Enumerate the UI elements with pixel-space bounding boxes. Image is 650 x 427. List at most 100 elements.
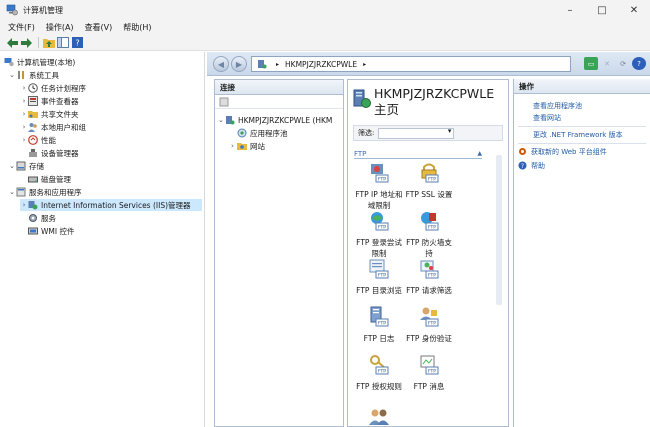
feature-ftp-ip-restrictions[interactable]: FTP FTP IP 地址和域限制 (354, 162, 404, 211)
ftp-authorization-rules-icon: FTP (370, 355, 389, 375)
tree-item-local-users[interactable]: › 本地用户和组 (20, 121, 86, 133)
users-icon (28, 123, 37, 132)
chevron-right-icon[interactable]: › (20, 123, 28, 131)
feature-ftp-logging[interactable]: FTP FTP 日志 (354, 306, 404, 344)
tree-item-event-viewer[interactable]: › 事件查看器 (20, 95, 79, 107)
action-view-app-pools[interactable]: 查看应用程序池 (533, 100, 582, 111)
action-view-sites[interactable]: 查看网站 (533, 112, 561, 123)
action-get-web-platform[interactable]: 获取新的 Web 平台组件 (518, 146, 607, 157)
stop-icon[interactable]: ✕ (600, 57, 614, 70)
server-large-icon (353, 89, 371, 108)
svg-text:FTP: FTP (378, 369, 386, 375)
chevron-right-icon[interactable]: › (20, 110, 28, 118)
filter-input[interactable] (378, 127, 455, 139)
chevron-down-icon[interactable]: ⌄ (218, 116, 225, 124)
close-button[interactable]: ✕ (618, 0, 650, 20)
chevron-down-icon[interactable]: ⌄ (8, 162, 16, 170)
address-arrow-icon: ▸ (276, 60, 280, 68)
wmi-control-icon (28, 227, 38, 235)
forward-button[interactable] (20, 37, 32, 49)
tree-item-wmi[interactable]: WMI 控件 (28, 225, 74, 237)
menu-view[interactable]: 查看(V) (85, 22, 113, 33)
menu-action[interactable]: 操作(A) (46, 22, 74, 33)
back-button[interactable] (6, 37, 18, 49)
address-bar: ◀ ▶ ▸ HKMPJZJRZKCPWLE ▸ ▭ ✕ ⟳ ? (207, 52, 650, 76)
feature-ftp-messages[interactable]: FTP FTP 消息 (404, 354, 454, 392)
tree-item-shared-folders[interactable]: › 共享文件夹 (20, 108, 79, 120)
connect-icon[interactable] (219, 97, 229, 107)
storage-icon (16, 161, 26, 171)
minimize-button[interactable]: – (554, 0, 586, 20)
iis-back-button[interactable]: ◀ (213, 56, 229, 72)
chevron-right-icon[interactable]: › (20, 84, 28, 92)
clock-icon (28, 83, 38, 93)
action-change-dotnet[interactable]: 更改 .NET Framework 版本 (533, 129, 623, 140)
help-button[interactable]: ? (71, 37, 83, 49)
iis-manager-icon (28, 201, 38, 210)
address-tools: ▭ ✕ ⟳ ? (582, 57, 646, 70)
performance-icon (28, 135, 38, 145)
ftp-logging-icon: FTP (370, 306, 389, 327)
conn-item-app-pools[interactable]: 应用程序池 (237, 127, 288, 139)
menu-help[interactable]: 帮助(H) (123, 22, 151, 33)
tree-item-performance[interactable]: › 性能 (20, 134, 56, 146)
up-folder-button[interactable] (43, 37, 55, 49)
collapse-up-icon[interactable]: ▲ (477, 150, 482, 157)
svg-text:FTP: FTP (428, 225, 436, 231)
tree-item-device-manager[interactable]: 设备管理器 (28, 147, 79, 159)
computer-management-icon (6, 4, 18, 16)
event-viewer-icon (28, 96, 38, 106)
iis-forward-button[interactable]: ▶ (231, 56, 247, 72)
arrow-left-icon (6, 37, 18, 48)
svg-text:FTP: FTP (428, 177, 436, 183)
additional-feature-icon[interactable] (368, 407, 390, 427)
chevron-right-icon[interactable]: › (20, 97, 28, 105)
chevron-down-icon[interactable]: ⌄ (8, 71, 16, 79)
help-icon[interactable]: ? (632, 57, 646, 70)
tree-item-disk-management[interactable]: 磁盘管理 (28, 173, 71, 185)
go-icon[interactable]: ▭ (584, 57, 598, 70)
shared-folder-icon (28, 111, 38, 118)
ftp-firewall-icon: FTP (421, 212, 439, 231)
svg-text:FTP: FTP (428, 369, 436, 375)
group-header-ftp[interactable]: FTP ▲ (354, 149, 482, 159)
toolbar-separator (38, 37, 39, 48)
address-path[interactable]: ▸ HKMPJZJRZKCPWLE ▸ (251, 56, 571, 72)
tree-item-services-apps[interactable]: ⌄ 服务和应用程序 (8, 186, 82, 198)
ftp-ssl-lock-icon: FTP (421, 163, 439, 183)
help-icon: ? (518, 161, 527, 170)
feature-ftp-request-filtering[interactable]: FTP FTP 请求筛选 (404, 258, 454, 296)
feature-ftp-authentication[interactable]: FTP FTP 身份验证 (404, 306, 454, 344)
chevron-right-icon[interactable]: › (20, 201, 28, 209)
feature-ftp-ssl[interactable]: FTP FTP SSL 设置 (404, 162, 454, 200)
connections-toolbar (215, 95, 343, 109)
services-apps-icon (16, 187, 26, 197)
tree-item-storage[interactable]: ⌄ 存储 (8, 160, 44, 172)
tree-item-root[interactable]: 计算机管理(本地) (4, 56, 75, 68)
conn-item-server[interactable]: ⌄ HKMPJZJRZKCPWLE (HKM (218, 114, 332, 126)
title-bar: 计算机管理 – □ ✕ (0, 0, 650, 20)
action-help[interactable]: ? 帮助 (518, 160, 545, 171)
feature-ftp-logon-limit[interactable]: FTP FTP 登录尝试限制 (354, 210, 404, 259)
chevron-down-icon[interactable]: ⌄ (8, 188, 16, 196)
tree-item-services[interactable]: 服务 (28, 212, 56, 224)
conn-item-sites[interactable]: › 网站 (231, 140, 265, 152)
feature-ftp-authorization[interactable]: FTP FTP 授权规则 (354, 354, 404, 392)
console-tree-icon (57, 37, 69, 48)
menu-file[interactable]: 文件(F) (8, 22, 35, 33)
vertical-scrollbar[interactable] (496, 155, 502, 305)
filter-bar: 筛选: (353, 125, 503, 141)
refresh-icon[interactable]: ⟳ (616, 57, 630, 70)
feature-ftp-firewall[interactable]: FTP FTP 防火墙支持 (404, 210, 454, 259)
disk-icon (28, 176, 38, 183)
tree-item-iis-manager[interactable]: › Internet Information Services (IIS)管理器 (20, 199, 202, 211)
ftp-directory-browsing-icon: FTP (369, 259, 389, 279)
tree-item-task-scheduler[interactable]: › 任务计划程序 (20, 82, 86, 94)
show-hide-tree-button[interactable] (57, 37, 69, 49)
address-server[interactable]: HKMPJZJRZKCPWLE (285, 60, 357, 69)
maximize-button[interactable]: □ (586, 0, 618, 20)
connections-panel: 连接 ⌄ HKMPJZJRZKCPWLE (HKM 应用程序池 › 网站 (214, 79, 344, 427)
chevron-right-icon[interactable]: › (20, 136, 28, 144)
feature-ftp-directory-browsing[interactable]: FTP FTP 目录浏览 (354, 258, 404, 296)
tree-item-system-tools[interactable]: ⌄ 系统工具 (8, 69, 59, 81)
